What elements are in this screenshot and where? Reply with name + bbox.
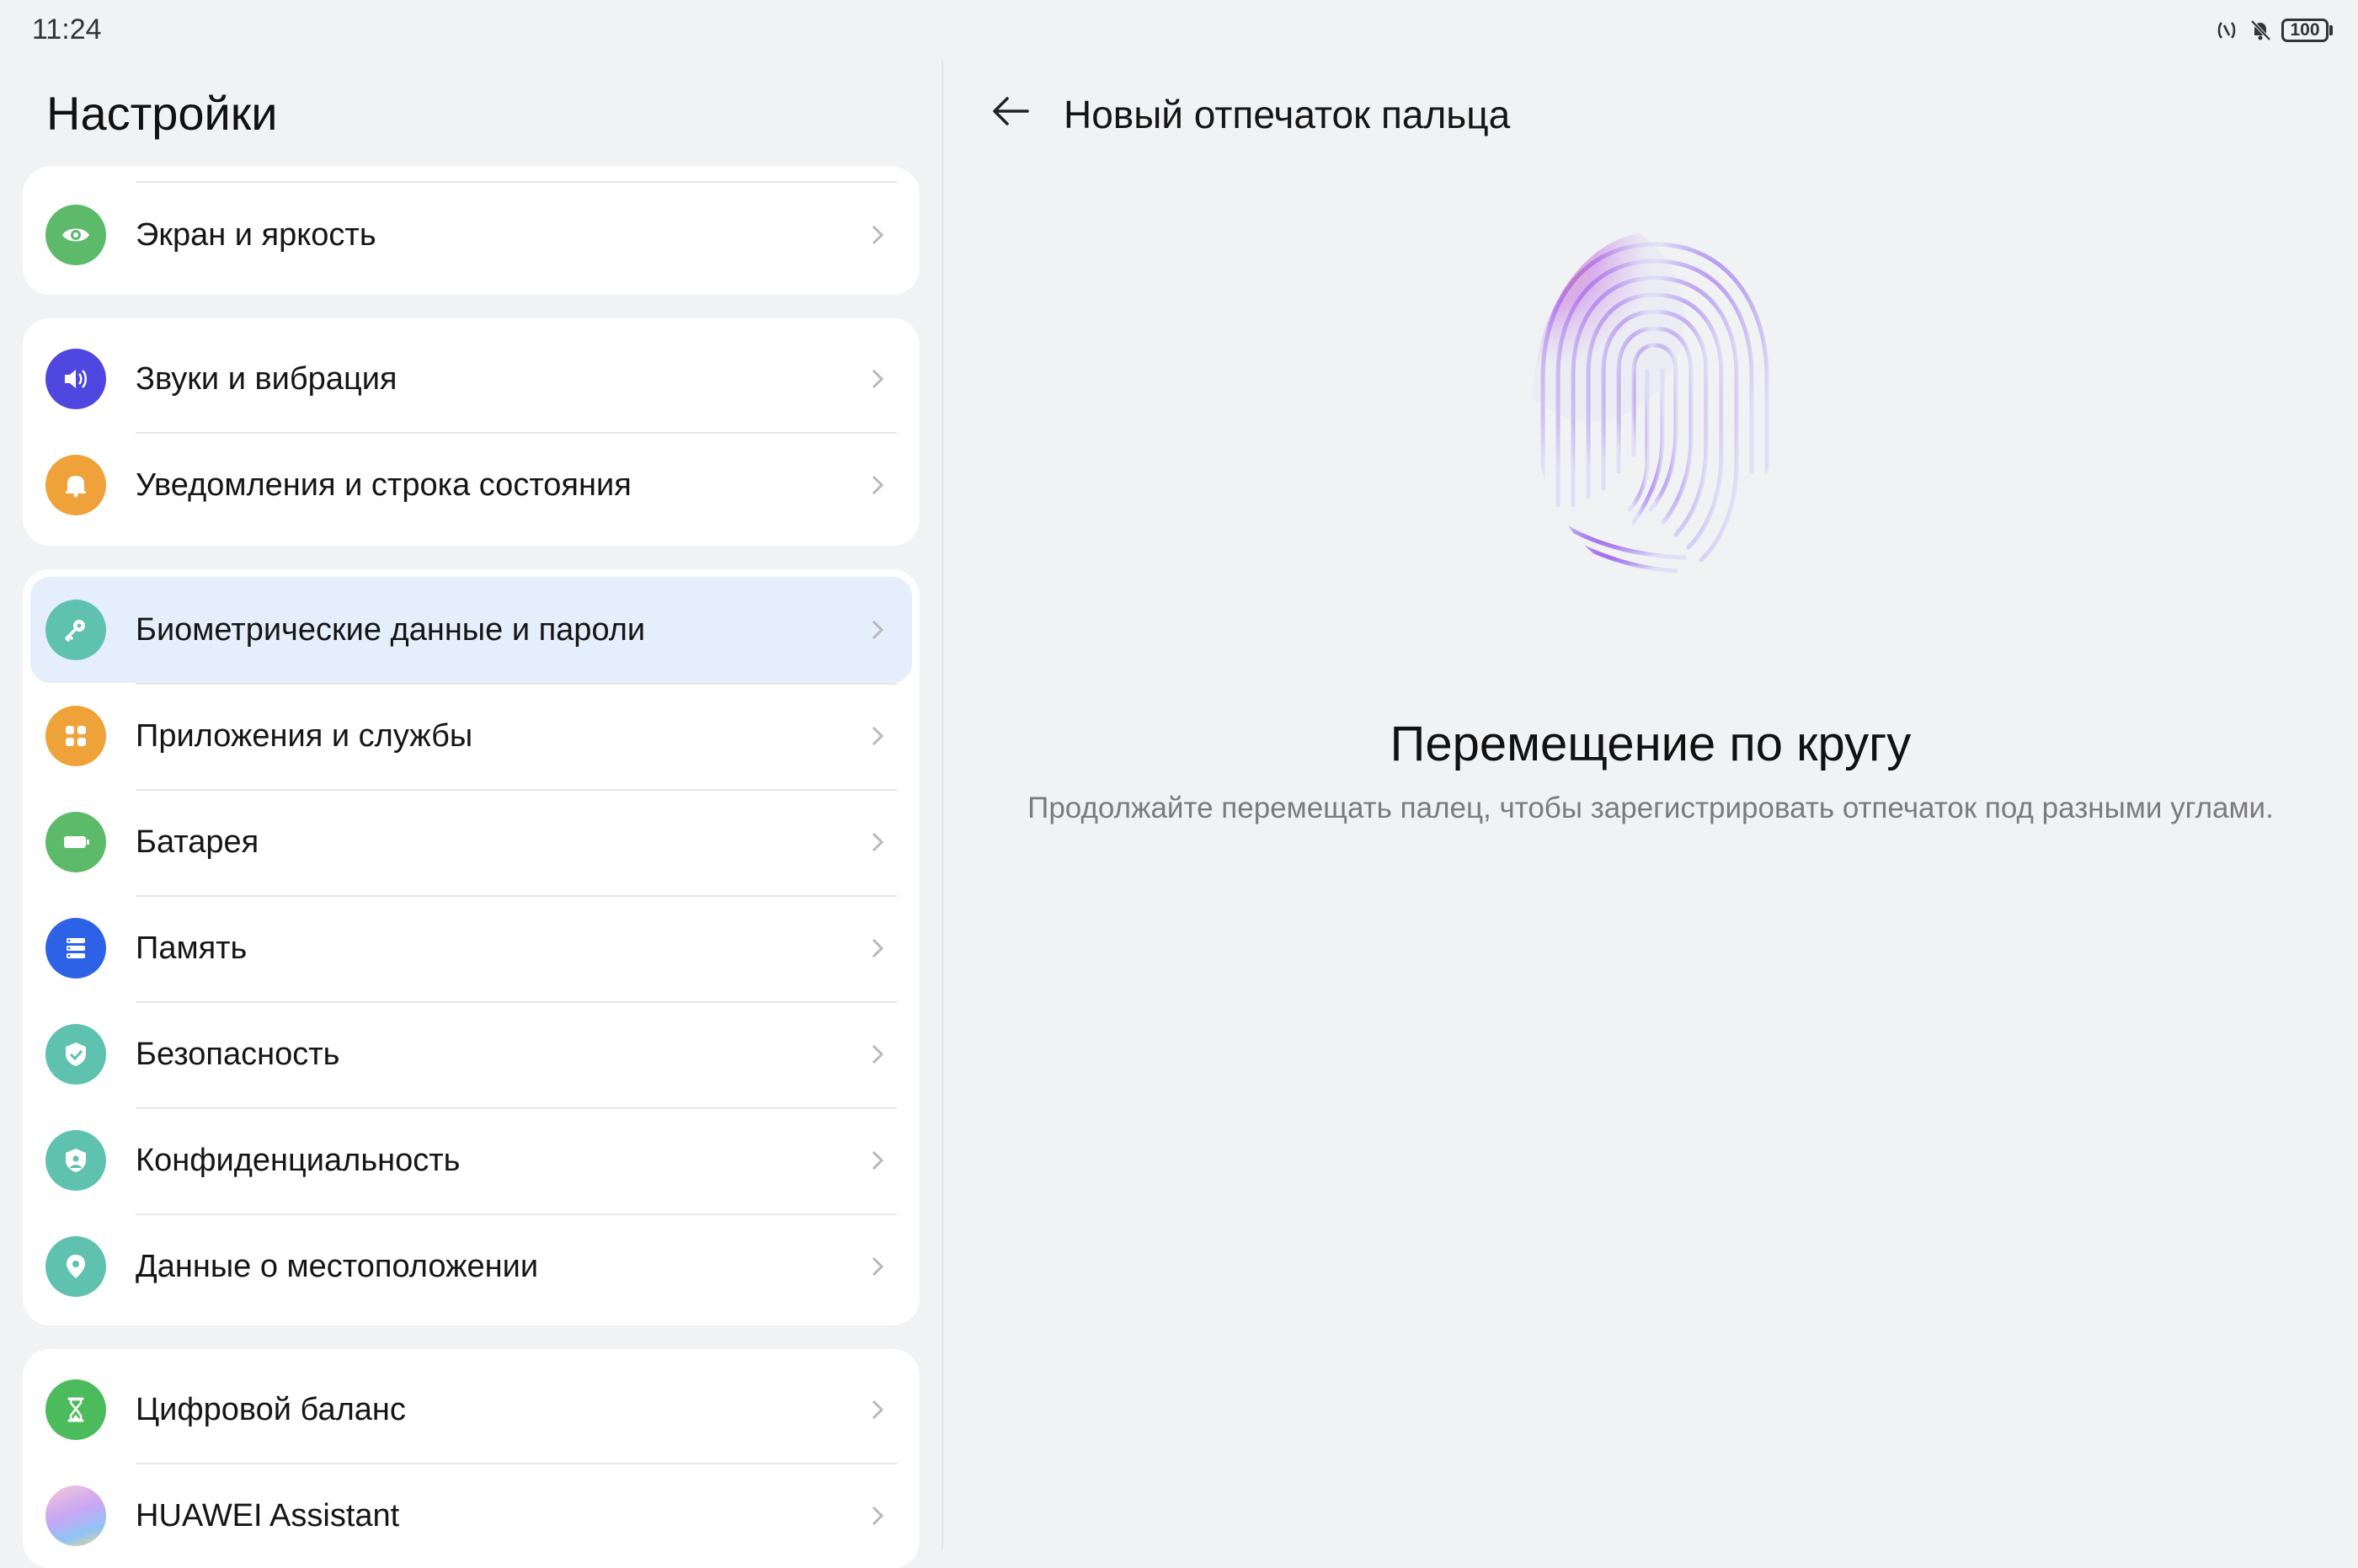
settings-title: Настройки bbox=[46, 87, 278, 140]
settings-group-sound: Звуки и вибрация Уведомления и строка со… bbox=[23, 318, 920, 546]
settings-item-battery[interactable]: Батарея bbox=[23, 789, 920, 895]
eye-icon bbox=[45, 205, 106, 265]
settings-item-label: Приложения и службы bbox=[136, 718, 473, 754]
settings-item-location[interactable]: Данные о местоположении bbox=[23, 1213, 920, 1320]
storage-icon bbox=[45, 918, 106, 979]
settings-item-biometrics[interactable]: Биометрические данные и пароли bbox=[23, 577, 920, 683]
page-title: Новый отпечаток пальца bbox=[1064, 93, 1511, 136]
settings-item-label: HUAWEI Assistant bbox=[136, 1498, 400, 1533]
fingerprint-icon bbox=[1533, 232, 1769, 573]
bell-muted-icon bbox=[2250, 19, 2271, 41]
settings-item-label: Безопасность bbox=[136, 1037, 340, 1072]
chevron-right-icon bbox=[872, 1400, 884, 1420]
settings-item-apps[interactable]: Приложения и службы bbox=[23, 683, 920, 789]
chevron-right-icon bbox=[872, 1044, 884, 1064]
speaker-icon bbox=[45, 349, 106, 409]
chevron-right-icon bbox=[872, 832, 884, 852]
settings-item-privacy[interactable]: Конфиденциальность bbox=[23, 1107, 920, 1213]
settings-item-label: Биометрические данные и пароли bbox=[136, 612, 646, 648]
settings-item-sounds[interactable]: Звуки и вибрация bbox=[23, 326, 920, 432]
huawei-assistant-icon bbox=[45, 1485, 106, 1546]
settings-item-storage[interactable]: Память bbox=[23, 895, 920, 1001]
chevron-right-icon bbox=[872, 1150, 884, 1171]
chevron-right-icon bbox=[872, 225, 884, 245]
chevron-right-icon bbox=[872, 620, 884, 640]
settings-item-display[interactable]: Экран и яркость bbox=[23, 182, 920, 288]
settings-item-label: Экран и яркость bbox=[136, 217, 376, 253]
status-icons: 100 bbox=[2214, 15, 2333, 45]
settings-item-security[interactable]: Безопасность bbox=[23, 1001, 920, 1107]
settings-group-display: Экран и яркость bbox=[23, 167, 920, 295]
settings-item-huawei-assistant[interactable]: HUAWEI Assistant bbox=[23, 1463, 920, 1568]
settings-item-label: Звуки и вибрация bbox=[136, 361, 397, 397]
chevron-right-icon bbox=[872, 475, 884, 495]
location-pin-icon bbox=[45, 1236, 106, 1297]
settings-item-label: Данные о местоположении bbox=[136, 1249, 539, 1284]
instruction-title: Перемещение по кругу bbox=[1390, 717, 1912, 771]
chevron-right-icon bbox=[872, 369, 884, 389]
chevron-right-icon bbox=[872, 1506, 884, 1526]
nfc-icon bbox=[2217, 22, 2236, 39]
hourglass-icon bbox=[45, 1379, 106, 1440]
battery-level: 100 bbox=[2281, 19, 2329, 42]
settings-group-wellbeing: Цифровой баланс HUAWEI Assistant bbox=[23, 1349, 920, 1568]
key-icon bbox=[45, 600, 106, 660]
bell-icon bbox=[45, 455, 106, 515]
battery-indicator: 100 bbox=[2281, 19, 2333, 42]
settings-item-digital-balance[interactable]: Цифровой баланс bbox=[23, 1357, 920, 1463]
settings-item-label: Конфиденциальность bbox=[136, 1143, 461, 1178]
settings-panel: Настройки Экран и яркость Звуки и вибрац… bbox=[0, 61, 942, 1568]
battery-icon bbox=[45, 812, 106, 872]
settings-item-label: Уведомления и строка состояния bbox=[136, 467, 632, 503]
chevron-right-icon bbox=[872, 938, 884, 958]
settings-item-notifications[interactable]: Уведомления и строка состояния bbox=[23, 432, 920, 538]
shield-check-icon bbox=[45, 1024, 106, 1085]
apps-grid-icon bbox=[45, 706, 106, 766]
settings-group-security: Биометрические данные и пароли Приложени… bbox=[23, 569, 920, 1325]
privacy-shield-icon bbox=[45, 1130, 106, 1191]
settings-item-label: Батарея bbox=[136, 824, 259, 860]
chevron-right-icon bbox=[872, 1256, 884, 1277]
back-button[interactable] bbox=[984, 84, 1038, 138]
instruction-text: Продолжайте перемещать палец, чтобы заре… bbox=[1027, 792, 2274, 824]
arrow-left-icon bbox=[993, 97, 1029, 125]
status-bar: 11:24 100 bbox=[0, 0, 2358, 61]
settings-item-label: Память bbox=[136, 931, 248, 966]
settings-item-label: Цифровой баланс bbox=[136, 1392, 406, 1427]
status-time: 11:24 bbox=[32, 13, 102, 45]
chevron-right-icon bbox=[872, 726, 884, 746]
